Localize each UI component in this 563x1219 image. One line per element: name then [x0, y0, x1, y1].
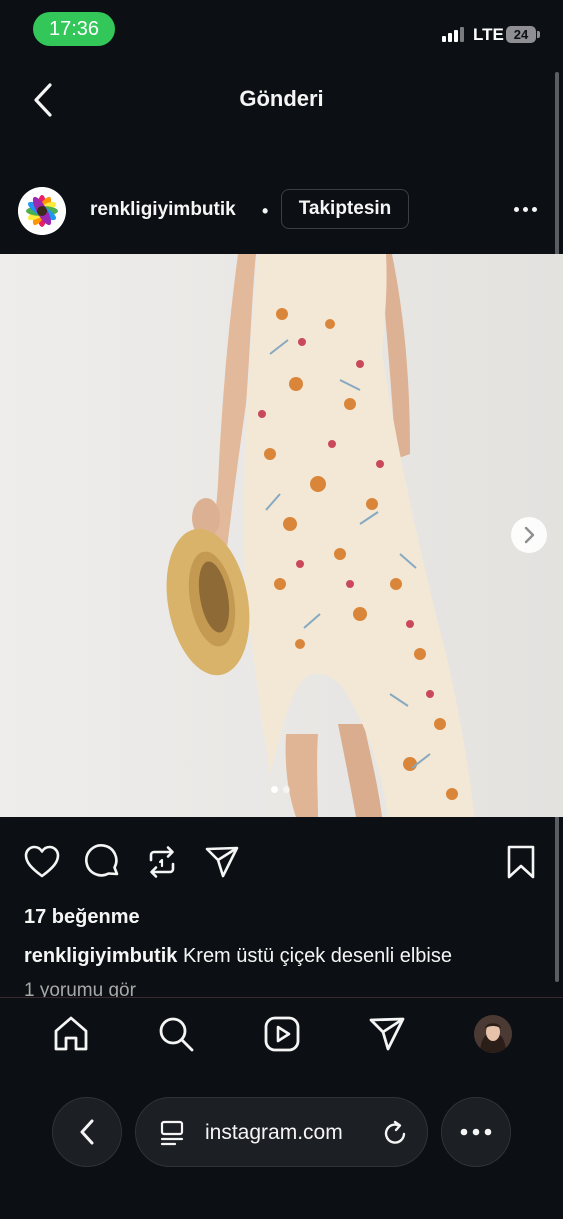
reload-icon[interactable] [382, 1119, 410, 1147]
flower-logo-icon [18, 187, 66, 235]
more-options-icon[interactable] [514, 207, 537, 212]
caption-username[interactable]: renkligiyimbutik [24, 945, 177, 967]
bookmark-icon[interactable] [502, 843, 540, 881]
home-icon[interactable] [51, 1014, 91, 1054]
carousel-dot [283, 786, 290, 793]
browser-more-button[interactable] [441, 1097, 511, 1167]
carousel-next-button[interactable] [511, 517, 547, 553]
like-count[interactable]: 17 beğenme [24, 906, 140, 929]
following-button[interactable]: Takiptesin [281, 189, 409, 229]
search-icon[interactable] [156, 1014, 196, 1054]
page-title: Gönderi [239, 86, 324, 111]
chevron-left-icon [80, 1119, 94, 1145]
caption-text: Krem üstü çiçek desenli elbise [182, 945, 452, 967]
account-avatar[interactable] [18, 187, 66, 235]
view-comments-link[interactable]: 1 yorumu gör [24, 980, 136, 998]
post-image[interactable] [0, 254, 563, 817]
comment-icon[interactable] [84, 843, 122, 881]
chevron-right-icon [524, 526, 535, 544]
like-heart-icon[interactable] [23, 843, 61, 881]
repost-icon[interactable] [143, 843, 181, 881]
reels-icon[interactable] [262, 1014, 302, 1054]
nav-divider [0, 997, 563, 998]
account-username[interactable]: renkligiyimbutik [90, 199, 236, 221]
share-send-icon[interactable] [203, 843, 241, 881]
battery-tip [537, 31, 540, 38]
battery-indicator: 24 [506, 26, 536, 43]
signal-strength-icon [442, 27, 464, 42]
url-text[interactable]: instagram.com [205, 1121, 343, 1145]
floral-dress-photo [0, 254, 563, 817]
status-time: 17:36 [33, 12, 115, 46]
carousel-indicator [271, 786, 290, 793]
post-caption: renkligiyimbutik Krem üstü çiçek desenli… [24, 945, 452, 968]
carousel-dot-active [271, 786, 278, 793]
direct-messages-icon[interactable] [367, 1014, 407, 1054]
browser-back-button[interactable] [52, 1097, 122, 1167]
separator-dot: • [262, 201, 269, 221]
profile-avatar[interactable] [474, 1015, 512, 1053]
network-type: LTE [473, 25, 504, 44]
more-horizontal-icon [460, 1128, 492, 1136]
page-menu-icon[interactable] [159, 1120, 185, 1146]
profile-photo [474, 1015, 512, 1053]
